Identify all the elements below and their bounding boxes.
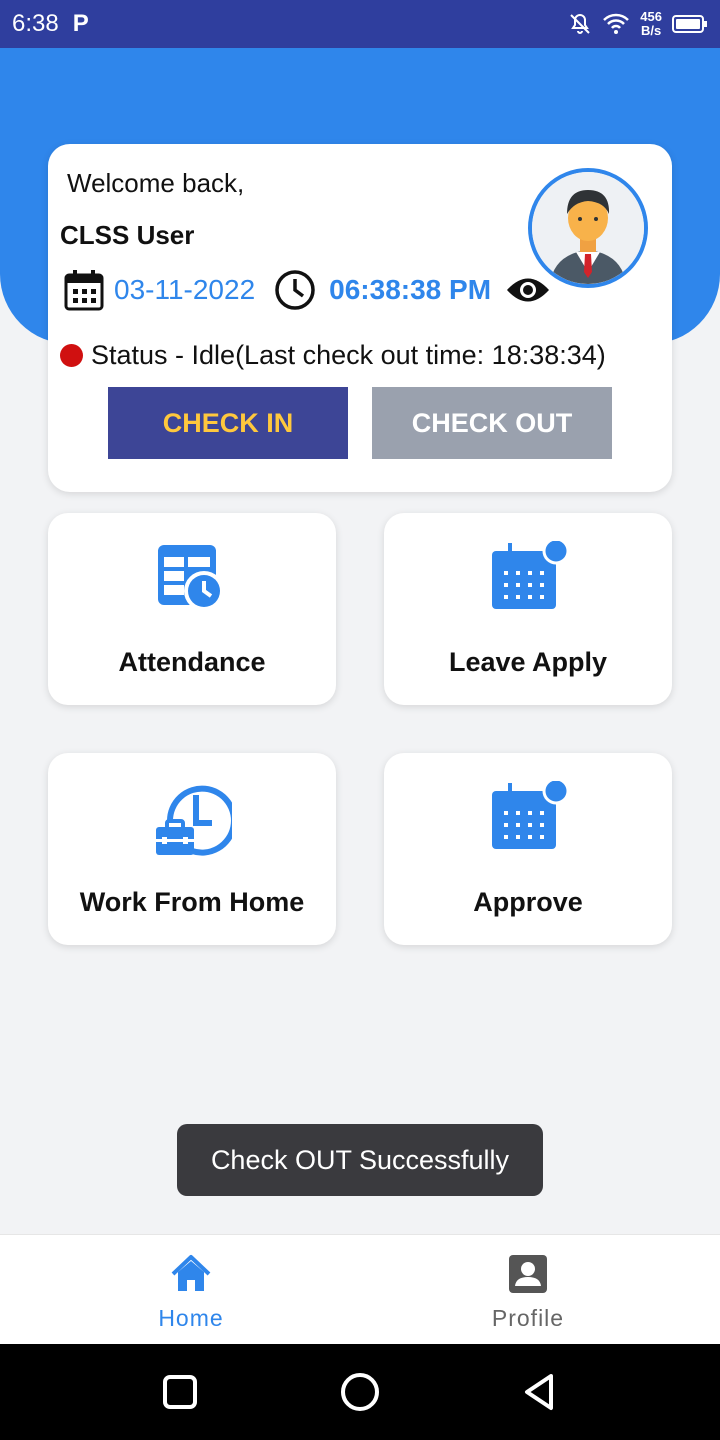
tile-work-from-home[interactable]: Work From Home	[48, 753, 336, 945]
back-icon[interactable]	[516, 1368, 564, 1416]
tile-leave-apply[interactable]: Leave Apply	[384, 513, 672, 705]
wifi-icon	[603, 13, 630, 34]
status-text: Status - Idle(Last check out time: 18:38…	[91, 340, 606, 370]
nav-home[interactable]: Home	[91, 1235, 291, 1345]
system-nav-bar	[0, 1344, 720, 1440]
parking-icon: P	[72, 10, 89, 37]
calendar-icon	[492, 781, 568, 849]
check-in-button[interactable]: CHECK IN	[108, 387, 348, 459]
status-row: Status - Idle(Last check out time: 18:38…	[60, 340, 606, 371]
tile-label: Leave Apply	[448, 647, 608, 677]
eye-icon[interactable]	[505, 275, 551, 305]
clock-icon	[275, 270, 315, 310]
attendance-card: Welcome back, CLSS User 03-11-2022 06:38…	[48, 144, 672, 492]
work-from-home-icon	[156, 785, 232, 856]
nav-profile-label: Profile	[491, 1305, 565, 1331]
attendance-icon	[158, 545, 224, 611]
tile-label: Attendance	[118, 647, 266, 677]
bell-off-icon	[570, 13, 591, 34]
status-time: 6:38	[12, 10, 59, 37]
tile-label: Work From Home	[79, 887, 305, 917]
current-time: 06:38:38 PM	[329, 274, 492, 305]
welcome-text: Welcome back,	[67, 168, 245, 198]
check-out-button[interactable]: CHECK OUT	[372, 387, 612, 459]
date-time-row: 03-11-2022 06:38:38 PM	[64, 268, 551, 312]
toast-message: Check OUT Successfully	[177, 1124, 543, 1196]
network-speed: 456 B/s	[640, 9, 662, 38]
status-icons: 456 B/s	[568, 10, 708, 38]
nav-home-label: Home	[158, 1305, 224, 1331]
status-indicator	[60, 344, 83, 367]
current-date: 03-11-2022	[114, 274, 256, 305]
home-icon	[171, 1255, 211, 1291]
tile-label: Approve	[473, 887, 583, 917]
tile-attendance[interactable]: Attendance	[48, 513, 336, 705]
recent-apps-icon[interactable]	[156, 1368, 204, 1416]
status-bar: 6:38 P 456 B/s	[0, 0, 720, 48]
user-name: CLSS User	[60, 220, 195, 250]
profile-icon	[509, 1255, 547, 1293]
home-button-icon[interactable]	[336, 1368, 384, 1416]
bottom-nav: Home Profile	[0, 1234, 720, 1344]
battery-icon	[672, 15, 707, 33]
nav-profile[interactable]: Profile	[428, 1235, 628, 1345]
calendar-icon	[492, 541, 568, 609]
tile-approve[interactable]: Approve	[384, 753, 672, 945]
calendar-icon	[64, 270, 104, 311]
